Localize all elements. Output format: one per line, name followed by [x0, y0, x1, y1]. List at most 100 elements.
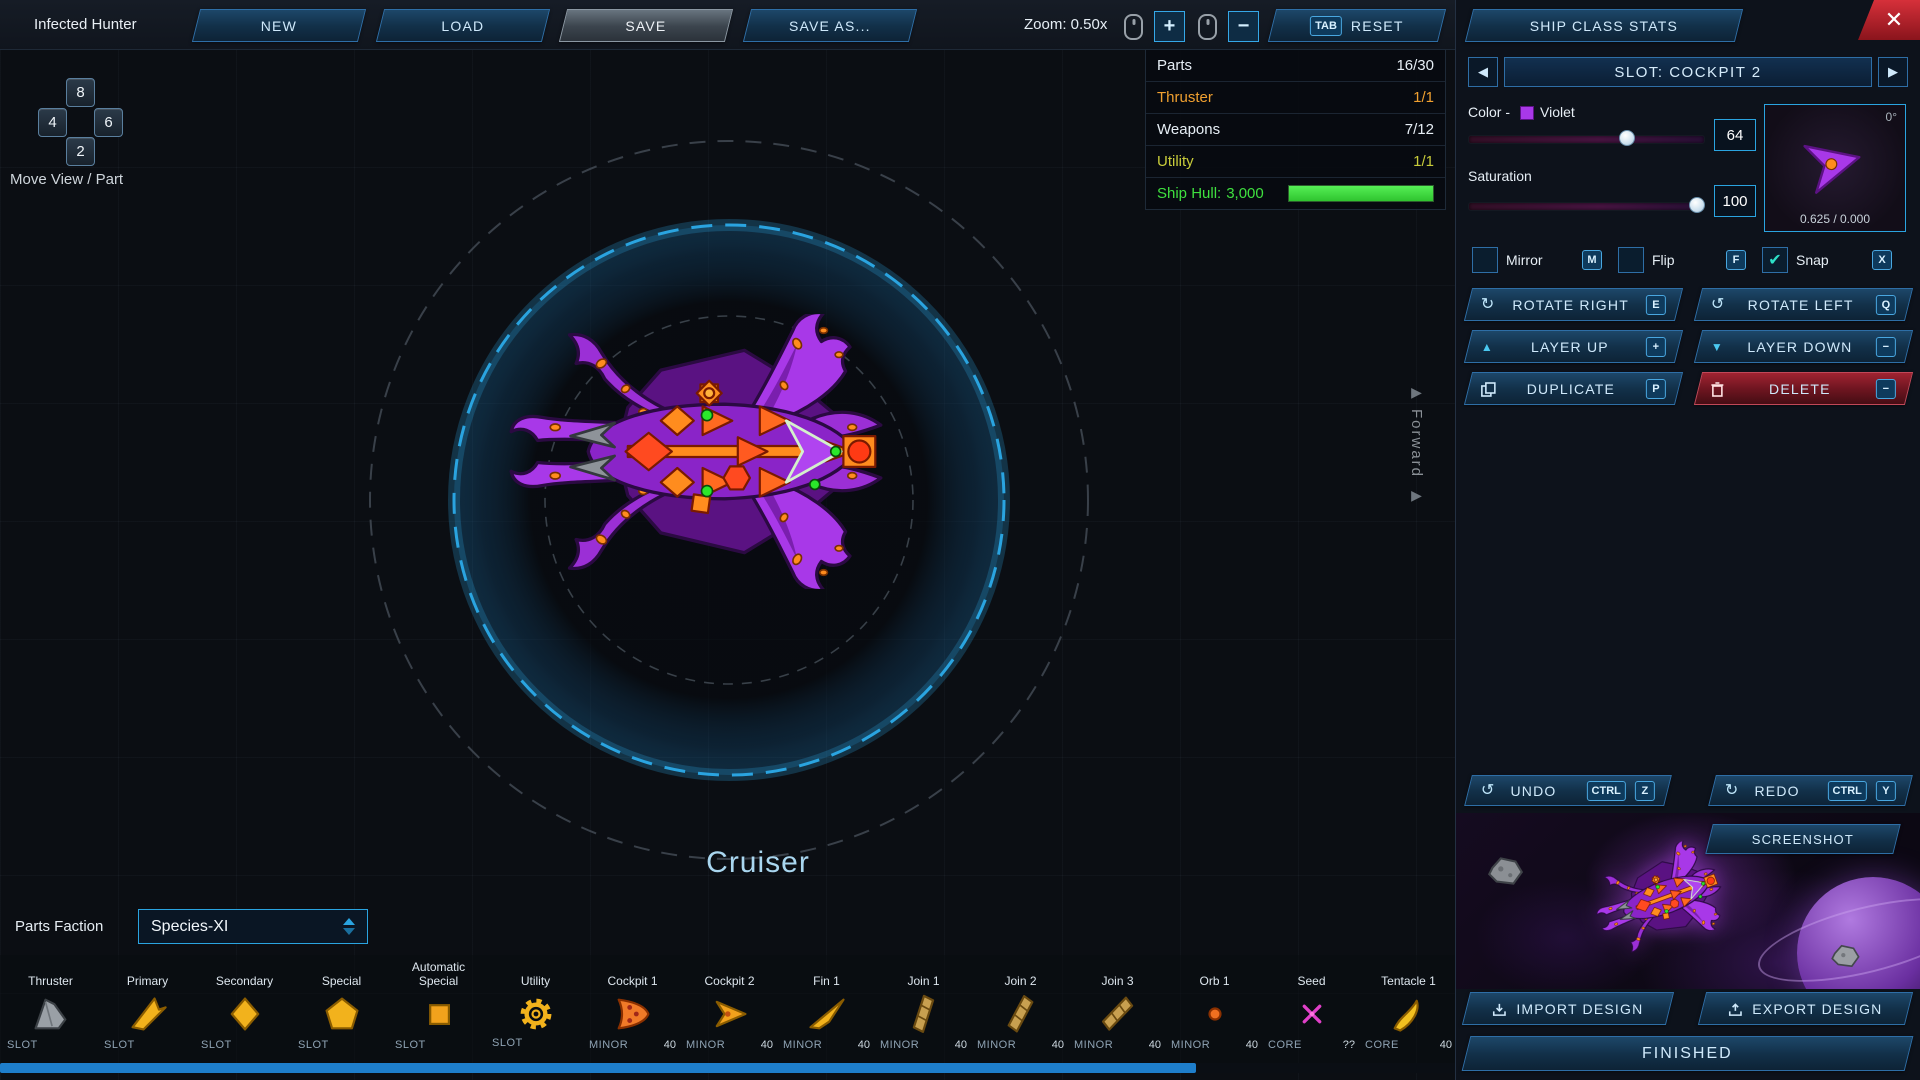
- thruster-part-icon[interactable]: [2, 989, 99, 1039]
- part-slot-type: SLOT: [395, 1039, 426, 1051]
- part-item-orb-1[interactable]: Orb 1 MINOR40: [1166, 955, 1263, 1063]
- color-slider-handle[interactable]: [1619, 130, 1635, 146]
- saturation-slider[interactable]: [1468, 197, 1705, 213]
- part-slot-type: MINOR: [686, 1039, 725, 1051]
- flip-checkbox[interactable]: [1618, 247, 1644, 273]
- part-item-special[interactable]: Special SLOT: [293, 955, 390, 1063]
- duplicate-button[interactable]: DUPLICATE P: [1464, 372, 1683, 405]
- redo-button[interactable]: ↻ REDO CTRL Y: [1708, 775, 1913, 806]
- screenshot-button[interactable]: SCREENSHOT: [1705, 824, 1900, 854]
- close-button[interactable]: ✕: [1858, 0, 1920, 40]
- special-part-icon[interactable]: [293, 989, 390, 1039]
- saturation-slider-handle[interactable]: [1689, 197, 1705, 213]
- part-item-primary[interactable]: Primary SLOT: [99, 955, 196, 1063]
- snap-checkbox[interactable]: ✔: [1762, 247, 1788, 273]
- design-title: Infected Hunter: [34, 0, 137, 49]
- primary-part-icon[interactable]: [99, 989, 196, 1039]
- part-cost: ??: [1343, 1039, 1355, 1051]
- part-name: Primary: [99, 955, 196, 989]
- part-item-join-3[interactable]: Join 3 MINOR40: [1069, 955, 1166, 1063]
- part-cost: 40: [1052, 1039, 1064, 1051]
- cockpit-1-part-icon[interactable]: [584, 989, 681, 1039]
- copy-icon: [1481, 381, 1496, 396]
- mirror-option: Mirror M: [1472, 247, 1602, 273]
- save-button[interactable]: SAVE: [559, 9, 733, 42]
- part-slot-type: MINOR: [1171, 1039, 1210, 1051]
- undo-button[interactable]: ↺ UNDO CTRL Z: [1464, 775, 1672, 806]
- parts-faction-value: Species-XI: [151, 918, 228, 936]
- flip-key-badge: F: [1726, 250, 1746, 270]
- layer-down-button[interactable]: ▼ LAYER DOWN −: [1694, 330, 1913, 363]
- parts-scrollbar-thumb[interactable]: [0, 1063, 1196, 1073]
- zoom-in-button[interactable]: +: [1154, 11, 1185, 42]
- zoom-level-label: Zoom: 0.50x: [1024, 0, 1107, 49]
- part-item-fin-1[interactable]: Fin 1 MINOR40: [778, 955, 875, 1063]
- seed-part-icon[interactable]: [1263, 989, 1360, 1039]
- part-slot-type: MINOR: [783, 1039, 822, 1051]
- load-button[interactable]: LOAD: [376, 9, 550, 42]
- fin-1-part-icon[interactable]: [778, 989, 875, 1039]
- prev-slot-button[interactable]: ◀: [1468, 57, 1498, 87]
- join-2-part-icon[interactable]: [972, 989, 1069, 1039]
- secondary-part-icon[interactable]: [196, 989, 293, 1039]
- cockpit-2-part-icon[interactable]: [681, 989, 778, 1039]
- part-slot-type: MINOR: [880, 1039, 919, 1051]
- close-icon: ✕: [1885, 7, 1903, 33]
- duplicate-key-badge: P: [1646, 379, 1666, 399]
- new-button[interactable]: NEW: [192, 9, 366, 42]
- import-design-button[interactable]: IMPORT DESIGN: [1462, 992, 1674, 1025]
- part-preview-box: 0° 0.625 / 0.000: [1764, 104, 1906, 232]
- rotate-right-button[interactable]: ↻ ROTATE RIGHT E: [1464, 288, 1683, 321]
- layer-up-button[interactable]: ▲ LAYER UP +: [1464, 330, 1683, 363]
- mirror-checkbox[interactable]: [1472, 247, 1498, 273]
- tentacle-1-part-icon[interactable]: [1360, 989, 1455, 1039]
- part-item-seed[interactable]: Seed CORE??: [1263, 955, 1360, 1063]
- color-slider[interactable]: [1468, 130, 1705, 146]
- next-slot-button[interactable]: ▶: [1878, 57, 1908, 87]
- part-item-cockpit-2[interactable]: Cockpit 2 MINOR40: [681, 955, 778, 1063]
- part-item-utility[interactable]: Utility SLOT: [487, 955, 584, 1063]
- color-label: Color -: [1468, 104, 1510, 120]
- part-item-tentacle-1[interactable]: Tentacle 1 CORE40: [1360, 955, 1455, 1063]
- part-item-join-2[interactable]: Join 2 MINOR40: [972, 955, 1069, 1063]
- part-item-automatic-special[interactable]: Automatic Special SLOT: [390, 955, 487, 1063]
- stat-row-thruster: Thruster 1/1: [1146, 81, 1445, 113]
- stat-label: Utility: [1157, 153, 1194, 170]
- part-name: Join 3: [1069, 955, 1166, 989]
- parts-faction-dropdown[interactable]: Species-XI: [138, 909, 368, 944]
- export-design-button[interactable]: EXPORT DESIGN: [1698, 992, 1913, 1025]
- automatic-special-part-icon[interactable]: [390, 989, 487, 1039]
- saturation-value-box[interactable]: 100: [1714, 185, 1756, 217]
- save-as-button[interactable]: SAVE AS...: [743, 9, 917, 42]
- hull-label: Ship Hull:: [1157, 185, 1221, 202]
- utility-part-icon[interactable]: [487, 989, 584, 1039]
- part-item-secondary[interactable]: Secondary SLOT: [196, 955, 293, 1063]
- rotate-left-button[interactable]: ↺ ROTATE LEFT Q: [1694, 288, 1913, 321]
- part-slot-type: MINOR: [1074, 1039, 1113, 1051]
- move-up-key-hint: 8: [66, 78, 95, 107]
- flip-label: Flip: [1652, 252, 1718, 268]
- layer-down-key-badge: −: [1876, 337, 1896, 357]
- ship-design[interactable]: [509, 314, 949, 589]
- parts-scrollbar[interactable]: [0, 1063, 1455, 1073]
- part-editor-panel: SHIP CLASS STATS ✕ ◀ SLOT: COCKPIT 2 ▶ C…: [1455, 0, 1920, 1080]
- orb-1-part-icon[interactable]: [1166, 989, 1263, 1039]
- part-item-cockpit-1[interactable]: Cockpit 1 MINOR40: [584, 955, 681, 1063]
- part-item-join-1[interactable]: Join 1 MINOR40: [875, 955, 972, 1063]
- part-slot-type: MINOR: [977, 1039, 1016, 1051]
- parts-faction-label: Parts Faction: [15, 909, 103, 944]
- saturation-label: Saturation: [1468, 168, 1532, 184]
- color-value-box[interactable]: 64: [1714, 119, 1756, 151]
- part-item-thruster[interactable]: Thruster SLOT: [2, 955, 99, 1063]
- rotate-right-key-badge: E: [1646, 295, 1666, 315]
- delete-button[interactable]: DELETE −: [1694, 372, 1913, 405]
- reset-view-button[interactable]: TAB RESET: [1268, 9, 1446, 42]
- top-toolbar: Infected Hunter NEW LOAD SAVE SAVE AS...…: [0, 0, 1455, 50]
- finished-button[interactable]: FINISHED: [1462, 1036, 1914, 1071]
- join-3-part-icon[interactable]: [1069, 989, 1166, 1039]
- zoom-out-button[interactable]: −: [1228, 11, 1259, 42]
- stat-value: 7/12: [1405, 121, 1434, 138]
- join-1-part-icon[interactable]: [875, 989, 972, 1039]
- ship-class-stats-button[interactable]: SHIP CLASS STATS: [1465, 9, 1743, 42]
- mirror-label: Mirror: [1506, 252, 1574, 268]
